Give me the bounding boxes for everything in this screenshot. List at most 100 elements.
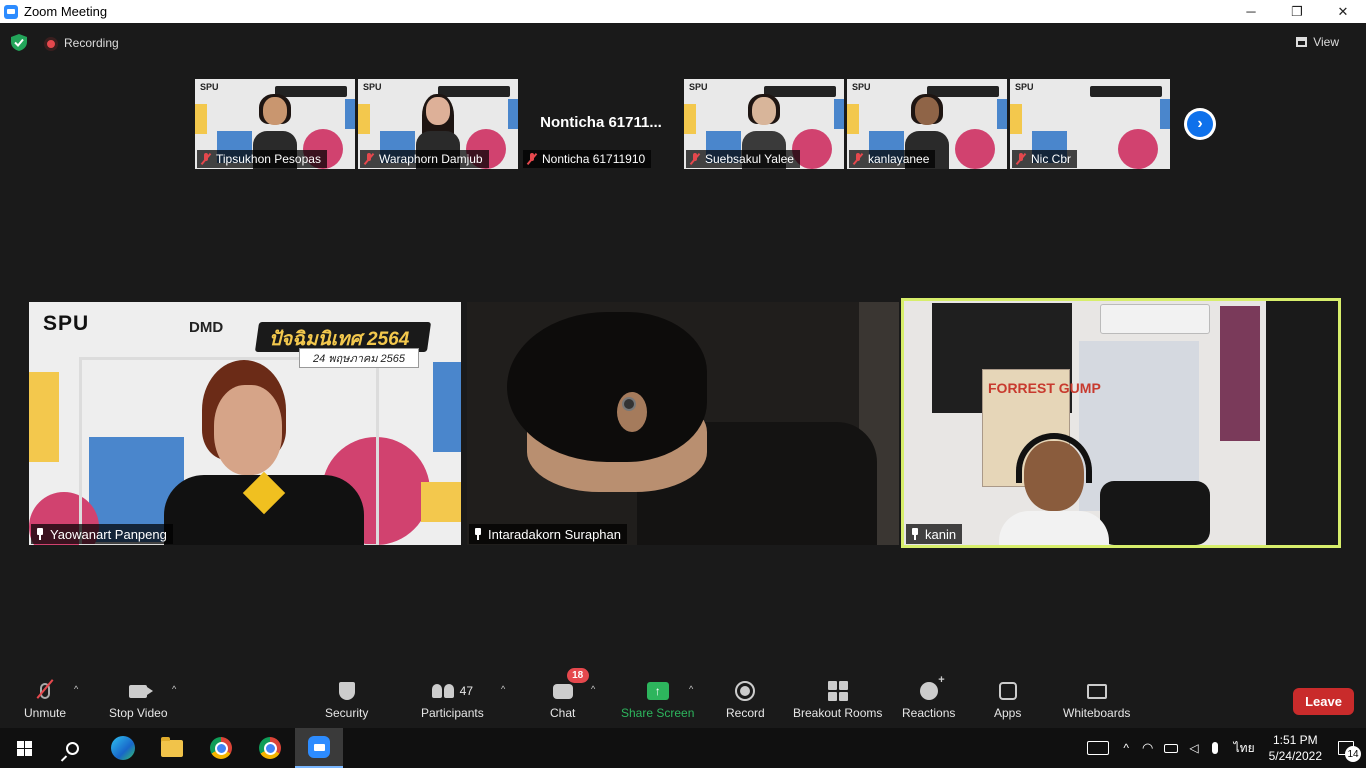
leave-button[interactable]: Leave: [1293, 688, 1354, 715]
active-speaker-tile[interactable]: FORREST GUMP kanin: [901, 298, 1341, 548]
participants-icon: [431, 684, 454, 698]
whiteboards-button[interactable]: Whiteboards: [1063, 680, 1130, 724]
taskbar-clock[interactable]: 1:51 PM 5/24/2022: [1269, 732, 1322, 764]
meeting-status-bar: Recording View: [0, 23, 1366, 63]
wifi-icon[interactable]: ◠: [1142, 740, 1153, 756]
minimize-button[interactable]: ─: [1228, 0, 1274, 23]
participant-display-name: Nonticha 61711...: [540, 114, 662, 131]
pin-icon: [35, 528, 45, 540]
close-button[interactable]: ✕: [1320, 0, 1366, 23]
participant-thumbnail[interactable]: SPU Tipsukhon Pesopas: [195, 79, 355, 169]
zoom-taskbar-icon: [308, 736, 330, 758]
participant-nametag: Tipsukhon Pesopas: [197, 150, 327, 168]
reactions-smiley-icon: [919, 674, 945, 700]
view-label: View: [1313, 35, 1339, 49]
share-screen-button[interactable]: ↑ Share Screen: [621, 680, 694, 724]
slide-logo: SPU: [363, 82, 382, 92]
recording-label[interactable]: Recording: [64, 36, 119, 50]
view-button[interactable]: View: [1296, 35, 1339, 49]
whiteboard-icon: [1086, 683, 1107, 699]
earphone: [622, 397, 636, 411]
view-grid-icon: [1296, 37, 1308, 47]
participant-thumbnail[interactable]: SPU kanlayanee: [847, 79, 1007, 169]
input-language[interactable]: ไทย: [1234, 739, 1255, 758]
stop-video-label: Stop Video: [109, 706, 168, 720]
chat-options-caret[interactable]: ^: [591, 684, 595, 694]
stop-video-button[interactable]: Stop Video: [109, 680, 168, 724]
reactions-button[interactable]: Reactions: [902, 674, 956, 724]
news-widget-icon[interactable]: [1087, 741, 1110, 755]
participant-name: Yaowanart Panpeng: [50, 526, 167, 542]
reactions-label: Reactions: [902, 706, 956, 720]
pin-icon: [473, 528, 483, 540]
zoom-app-icon: [4, 4, 18, 19]
breakout-rooms-icon: [827, 681, 848, 701]
video-tile[interactable]: SPU DMD ปัจฉิมนิเทศ 2564 24 พฤษภาคม 2565…: [29, 302, 461, 545]
participant-nametag: Nonticha 61711910: [523, 150, 652, 168]
participant-thumbnail[interactable]: Nonticha 61711... Nonticha 61711910: [521, 79, 681, 169]
taskbar-zoom[interactable]: [295, 728, 343, 768]
unmute-label: Unmute: [24, 706, 67, 720]
taskbar-chrome-profile[interactable]: [246, 728, 294, 768]
encryption-shield-icon[interactable]: [11, 34, 27, 51]
unmute-button[interactable]: Unmute: [24, 679, 67, 724]
chat-button[interactable]: 18 Chat: [550, 668, 589, 724]
chat-label: Chat: [550, 706, 576, 720]
battery-icon[interactable]: [1164, 743, 1179, 753]
meeting-controls-toolbar: Unmute ^ Stop Video ^ Security 47 Partic…: [0, 668, 1366, 728]
participant-name: Tipsukhon Pesopas: [216, 152, 321, 166]
next-page-button[interactable]: ›: [1184, 108, 1216, 140]
participant-nametag: Yaowanart Panpeng: [31, 524, 173, 544]
participant-thumbnail[interactable]: SPU Suebsakul Yalee: [684, 79, 844, 169]
audio-options-caret[interactable]: ^: [74, 684, 78, 694]
breakout-rooms-button[interactable]: Breakout Rooms: [793, 680, 882, 724]
apps-label: Apps: [994, 706, 1022, 720]
show-hidden-icons-chevron[interactable]: ^: [1123, 741, 1129, 755]
chat-bubble-icon: [552, 683, 573, 699]
participants-options-caret[interactable]: ^: [501, 684, 505, 694]
participant-name: Intaradakorn Suraphan: [488, 526, 621, 542]
participant-nametag: kanin: [906, 524, 963, 544]
taskbar-search-button[interactable]: [48, 728, 96, 768]
taskbar-chrome[interactable]: [197, 728, 245, 768]
security-label: Security: [325, 706, 369, 720]
chat-unread-badge: 18: [566, 668, 589, 683]
notification-center-icon[interactable]: 14: [1338, 741, 1361, 762]
record-label: Record: [726, 706, 765, 720]
chevron-right-icon: ›: [1187, 111, 1213, 137]
video-tile[interactable]: Intaradakorn Suraphan: [467, 302, 899, 545]
window-title-bar: Zoom Meeting ─ ❐ ✕: [0, 0, 1366, 23]
participant-nametag: Nic Cbr: [1012, 150, 1078, 168]
poster-text: FORREST GUMP: [988, 380, 1101, 396]
apps-button[interactable]: Apps: [994, 680, 1021, 724]
start-button[interactable]: [0, 728, 48, 768]
participants-button[interactable]: 47 Participants: [421, 680, 484, 724]
share-options-caret[interactable]: ^: [689, 684, 693, 694]
slide-logo: SPU: [1015, 82, 1034, 92]
participant-nametag: Intaradakorn Suraphan: [469, 524, 627, 544]
chrome-icon: [210, 737, 232, 759]
microphone-tray-icon[interactable]: [1211, 742, 1218, 754]
pin-icon: [910, 528, 920, 540]
window-controls: ─ ❐ ✕: [1228, 0, 1366, 23]
recording-icon: [44, 37, 58, 51]
muted-mic-icon: [201, 153, 211, 165]
system-tray: ^ ◠ ◁ ไทย 1:51 PM 5/24/2022 14: [1081, 728, 1366, 768]
participant-thumbnail[interactable]: SPU Nic Cbr: [1010, 79, 1170, 169]
video-options-caret[interactable]: ^: [172, 684, 176, 694]
slide-brand: DMD: [189, 319, 224, 336]
volume-icon[interactable]: ◁: [1189, 741, 1198, 755]
muted-mic-icon: [690, 153, 700, 165]
security-button[interactable]: Security: [325, 680, 368, 724]
record-button[interactable]: Record: [726, 680, 765, 724]
participant-video: [164, 360, 364, 545]
video-camera-icon: [129, 684, 154, 698]
slide-logo: SPU: [852, 82, 871, 92]
participant-nametag: Suebsakul Yalee: [686, 150, 800, 168]
taskbar-file-explorer[interactable]: [148, 728, 196, 768]
clock-time: 1:51 PM: [1272, 733, 1318, 747]
taskbar-edge[interactable]: [99, 728, 147, 768]
muted-mic-icon: [1016, 153, 1026, 165]
participant-thumbnail[interactable]: SPU Waraphorn Damjub: [358, 79, 518, 169]
restore-button[interactable]: ❐: [1274, 0, 1320, 23]
